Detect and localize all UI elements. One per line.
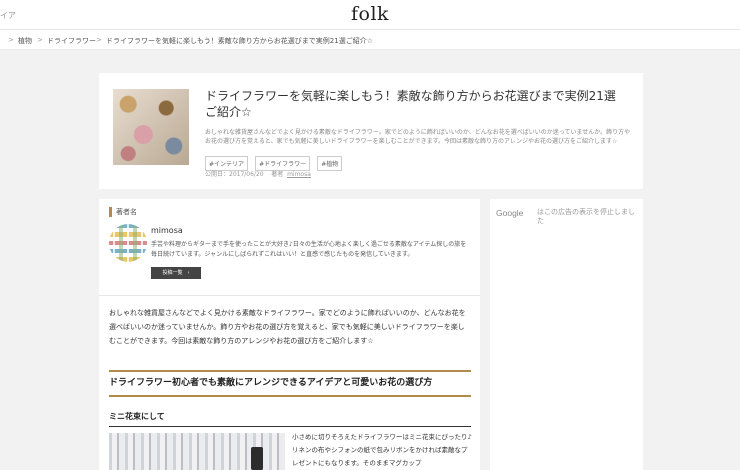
intro-paragraph: おしゃれな雑貨屋さんなどでよく見かける素敵なドライフラワー。家でどのように飾れば… [109,309,466,345]
author-bio: 手芸や料理からギターまで手を使ったことが大好き♪日々の生活が心地よく楽しく過ごせ… [151,241,467,258]
publish-date: 公開日：2017/06/20 [205,171,264,178]
article-lead: おしゃれな雑貨屋さんなどでよく見かける素敵なドライフラワー。家でどのように飾れば… [205,129,631,145]
breadcrumb-separator: > [37,36,43,44]
subsection-heading: ミニ花束にして [109,411,471,427]
breadcrumb-item-plants[interactable]: 植物 [18,36,32,46]
section-paragraph: 小さめに切りそろえたドライフラワーはミニ花束にぴったり♪リネンの布やシフォンの紙… [292,433,472,467]
divider [99,295,480,296]
breadcrumb: > 植物 > ドライフラワー > ドライフラワーを気軽に楽しもう！素敵な飾り方か… [0,30,740,50]
tag-list: #インテリア #ドライフラワー #植物 [205,151,344,171]
breadcrumb-separator: > [96,36,102,44]
article-title: ドライフラワーを気軽に楽しもう！素敵な飾り方からお花選びまで実例21選ご紹介☆ [205,89,616,119]
section-heading: ドライフラワー初心者でも素敵にアレンジできるアイデアと可愛いお花の選び方 [109,370,471,397]
posts-list-button[interactable]: 投稿一覧 › [151,267,201,279]
mug-shape [251,447,263,470]
avatar[interactable] [109,224,147,262]
breadcrumb-item-current: ドライフラワーを気軽に楽しもう！素敵な飾り方からお花選びまで実例21選ご紹介☆ [106,37,373,45]
article-thumbnail [113,89,189,165]
author-link[interactable]: mimosa [287,171,311,178]
article-image [109,433,285,470]
breadcrumb-home-separator: > [8,36,14,44]
author-label: 著者 [271,171,284,178]
ad-stopped-text: はこの広告の表示を停止しました [537,208,635,225]
ad-slot: Google はこの広告の表示を停止しました [490,199,643,470]
author-box-heading: 著者名 [109,207,471,217]
chevron-right-icon: › [187,270,190,276]
tag-plants[interactable]: #植物 [317,156,343,171]
site-logo[interactable]: folk [0,3,740,25]
site-header: イア folk [0,0,740,30]
breadcrumb-item-dried-flower[interactable]: ドライフラワー [47,36,96,46]
article-meta: 公開日：2017/06/20 著者 mimosa [205,169,311,178]
author-box: 著者名 mimosa 手芸や料理からギターまで手を使ったことが大好き♪日々の生活… [109,207,471,279]
google-logo: Google [496,208,524,218]
posts-list-button-label: 投稿一覧 [162,270,183,276]
author-name[interactable]: mimosa [151,226,183,235]
article-header-card: ドライフラワーを気軽に楽しもう！素敵な飾り方からお花選びまで実例21選ご紹介☆ … [99,73,643,189]
article-body: 著者名 mimosa 手芸や料理からギターまで手を使ったことが大好き♪日々の生活… [99,199,480,470]
